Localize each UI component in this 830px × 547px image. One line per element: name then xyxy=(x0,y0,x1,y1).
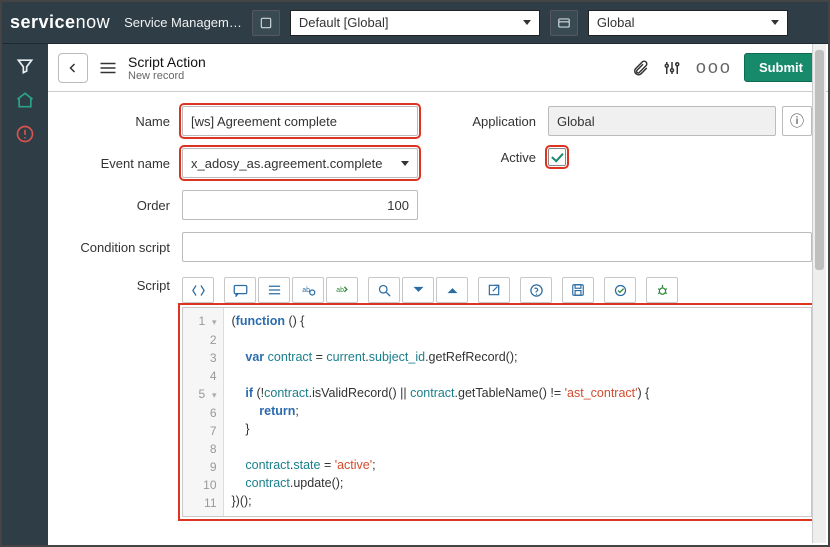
application-input xyxy=(548,106,776,136)
script-label: Script xyxy=(64,274,182,293)
toggle-comment-icon[interactable] xyxy=(258,277,290,303)
name-label: Name xyxy=(64,114,182,129)
submit-button-header[interactable]: Submit xyxy=(744,53,818,82)
form-header: Script Action New record ooo Submit xyxy=(48,44,828,92)
scrollbar-thumb[interactable] xyxy=(815,50,824,270)
find-text-icon[interactable]: ab xyxy=(292,277,324,303)
left-nav-rail xyxy=(2,44,48,545)
vertical-scrollbar[interactable] xyxy=(812,44,826,543)
context-menu-button[interactable] xyxy=(96,56,120,80)
application-info-icon[interactable]: ⓘ xyxy=(782,106,812,136)
home-icon[interactable] xyxy=(15,90,35,110)
script-toolbar: ab ab xyxy=(182,274,812,307)
save-icon[interactable] xyxy=(562,277,594,303)
open-external-icon[interactable] xyxy=(478,277,510,303)
check-syntax-icon[interactable] xyxy=(604,277,636,303)
event-name-select[interactable]: x_adosy_as.agreement.complete xyxy=(182,148,418,178)
form-subtitle: New record xyxy=(128,70,206,82)
condition-script-label: Condition script xyxy=(64,240,182,255)
name-input[interactable] xyxy=(182,106,418,136)
update-set-picker-icon[interactable] xyxy=(550,10,578,36)
update-set-select-value: Global xyxy=(597,11,635,35)
condition-script-input[interactable] xyxy=(182,232,812,262)
filter-icon[interactable] xyxy=(15,56,35,76)
settings-icon[interactable] xyxy=(660,56,684,80)
attachment-icon[interactable] xyxy=(628,56,652,80)
active-checkbox[interactable] xyxy=(548,148,566,166)
update-set-select[interactable]: Global xyxy=(588,10,788,36)
scroll-up-icon[interactable] xyxy=(436,277,468,303)
application-label: Application xyxy=(458,114,548,129)
help-icon[interactable] xyxy=(520,277,552,303)
svg-text:ab: ab xyxy=(336,287,344,294)
event-name-label: Event name xyxy=(64,156,182,171)
replace-text-icon[interactable]: ab xyxy=(326,277,358,303)
script-editor[interactable]: 1 ▾2345 ▾67891011 (function () { var con… xyxy=(182,307,812,517)
active-label: Active xyxy=(458,150,548,165)
scroll-down-icon[interactable] xyxy=(402,277,434,303)
debug-icon[interactable] xyxy=(646,277,678,303)
format-code-icon[interactable] xyxy=(182,277,214,303)
scope-select[interactable]: Default [Global] xyxy=(290,10,540,36)
alert-icon[interactable] xyxy=(15,124,35,144)
comment-icon[interactable] xyxy=(224,277,256,303)
top-banner: servicenow Service Managem… Default [Glo… xyxy=(2,2,828,44)
form-title: Script Action xyxy=(128,54,206,70)
svg-text:ab: ab xyxy=(302,287,310,294)
scope-picker-icon[interactable] xyxy=(252,10,280,36)
header-text: Script Action New record xyxy=(128,54,206,82)
more-actions-button[interactable]: ooo xyxy=(692,57,736,78)
app-name-label: Service Managem… xyxy=(124,15,242,30)
order-label: Order xyxy=(64,198,182,213)
scope-select-value: Default [Global] xyxy=(299,11,389,35)
servicenow-logo: servicenow xyxy=(10,12,110,33)
search-icon[interactable] xyxy=(368,277,400,303)
event-name-value: x_adosy_as.agreement.complete xyxy=(191,156,383,171)
back-button[interactable] xyxy=(58,53,88,83)
main-panel: Script Action New record ooo Submit Name… xyxy=(48,44,828,545)
order-input[interactable] xyxy=(182,190,418,220)
